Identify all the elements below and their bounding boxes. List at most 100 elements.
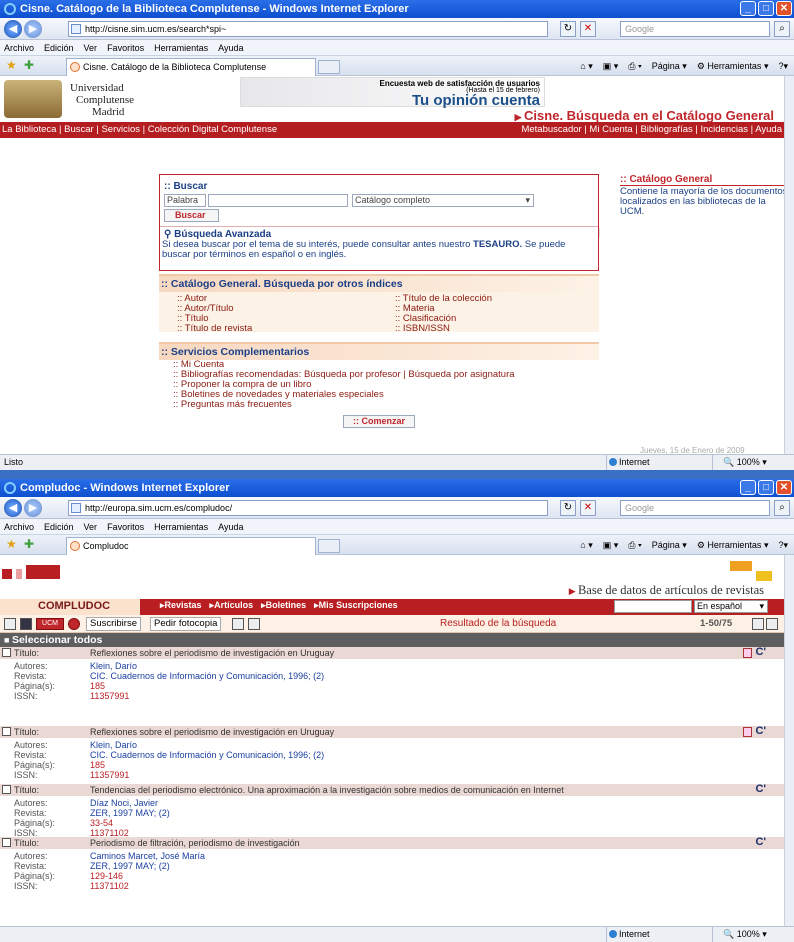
compludoc-titlebar[interactable]: Compludoc - Windows Internet Explorer _ … [0,479,794,497]
minimize-button[interactable]: _ [740,1,756,16]
home-icon[interactable]: ⌂ ▾ [580,56,592,76]
tools-menu[interactable]: ⚙ Herramientas ▾ [697,535,769,555]
subscribe-button[interactable]: Suscribirse [86,617,141,631]
menu-ayuda[interactable]: Ayuda [218,519,243,534]
record-checkbox[interactable] [2,648,11,657]
record-journal[interactable]: CIC. Cuadernos de Información y Comunica… [90,671,324,682]
close-button[interactable]: ✕ [776,480,792,495]
print-icon[interactable]: ⎙ ▾ [628,535,641,555]
search-go-button[interactable]: ⌕ [774,21,790,37]
close-button[interactable]: ✕ [776,1,792,16]
app-name[interactable]: COMPLUDOC [38,600,110,612]
favorites-star-icon[interactable]: ★ [6,58,17,72]
menu-edicion[interactable]: Edición [44,40,74,55]
search-term-input[interactable] [208,194,348,207]
compludoc-c-icon[interactable]: C' [755,725,766,737]
new-tab-button[interactable] [318,60,340,74]
print-icon[interactable]: ⎙ ▾ [628,56,641,76]
stop-button[interactable]: ✕ [580,500,596,516]
photocopy-button[interactable]: Pedir fotocopia [150,617,222,631]
fulltext-icon[interactable] [743,648,752,658]
feeds-icon[interactable]: ▣ ▾ [603,56,619,76]
nav-suscripciones[interactable]: ▸Mis Suscripciones [314,599,398,611]
fulltext-icon[interactable] [743,727,752,737]
print-icon[interactable] [232,618,244,630]
menu-favoritos[interactable]: Favoritos [107,40,144,55]
record-journal[interactable]: CIC. Cuadernos de Información y Comunica… [90,750,324,761]
next-page-icon[interactable] [766,618,778,630]
feeds-icon[interactable]: ▣ ▾ [603,535,619,555]
start-button[interactable]: :: Comenzar [343,415,415,428]
record-title[interactable]: Reflexiones sobre el periodismo de inves… [90,726,334,738]
add-favorite-icon[interactable]: ✚ [24,537,34,551]
record-title[interactable]: Tendencias del periodismo electrónico. U… [90,784,564,796]
refresh-button[interactable]: ↻ [560,500,576,516]
menu-ver[interactable]: Ver [84,40,98,55]
add-favorite-icon[interactable]: ✚ [24,58,34,72]
tab-cisne[interactable]: Cisne. Catálogo de la Biblioteca Complut… [66,58,316,76]
menu-favoritos[interactable]: Favoritos [107,519,144,534]
url-field[interactable]: http://cisne.sim.ucm.es/search*spi~ [68,21,548,37]
stop-button[interactable]: ✕ [580,21,596,37]
vertical-scrollbar[interactable] [784,555,794,926]
select-all-row[interactable]: Seleccionar todos [0,633,784,647]
maximize-button[interactable]: □ [758,480,774,495]
record-title[interactable]: Periodismo de filtración, periodismo de … [90,837,300,849]
nav-revistas[interactable]: ▸Revistas [160,599,202,611]
menu-herramientas[interactable]: Herramientas [154,519,208,534]
record-checkbox[interactable] [2,785,11,794]
help-icon[interactable]: ?▾ [778,535,788,555]
prev-page-icon[interactable] [752,618,764,630]
search-field-select[interactable]: Palabra ▾ [164,194,206,216]
menu-herramientas[interactable]: Herramientas [154,40,208,55]
page-menu[interactable]: Página ▾ [652,535,687,555]
menu-archivo[interactable]: Archivo [4,519,34,534]
nav-right-links[interactable]: Metabuscador | Mi Cuenta | Bibliografías… [521,122,782,138]
thesaurus-link[interactable]: TESAURO. [473,239,522,250]
help-icon[interactable] [248,618,260,630]
compludoc-c-icon[interactable]: C' [755,783,766,795]
language-select[interactable]: En español ▾ [694,600,768,613]
tab-compludoc[interactable]: Compludoc [66,537,316,555]
record-icon[interactable] [68,618,80,630]
ucm-holdings-button[interactable]: UCM [36,618,64,630]
search-input[interactable]: Google [620,500,770,516]
compludoc-c-icon[interactable]: C' [755,836,766,848]
nav-boletines[interactable]: ▸Boletines [261,599,306,611]
index-isbn-issn[interactable]: :: ISBN/ISSN [395,324,450,334]
service-faq[interactable]: :: Preguntas más frecuentes [173,400,599,410]
survey-banner[interactable]: Encuesta web de satisfacción de usuarios… [240,77,545,109]
menu-edicion[interactable]: Edición [44,519,74,534]
page-menu[interactable]: Página ▾ [652,56,687,76]
help-icon[interactable]: ?▾ [778,56,788,76]
zoom-level[interactable]: 🔍 100% ▾ [712,927,794,942]
forward-button[interactable]: ▶ [24,499,42,517]
favorites-star-icon[interactable]: ★ [6,537,17,551]
vertical-scrollbar[interactable] [784,76,794,454]
nav-left-links[interactable]: La Biblioteca | Buscar | Servicios | Col… [2,122,277,138]
search-go-button[interactable]: ⌕ [774,500,790,516]
forward-button[interactable]: ▶ [24,20,42,38]
back-button[interactable]: ◀ [4,20,22,38]
maximize-button[interactable]: □ [758,1,774,16]
nav-articulos[interactable]: ▸Artículos [210,599,254,611]
record-checkbox[interactable] [2,838,11,847]
compludoc-c-icon[interactable]: C' [755,646,766,658]
menu-archivo[interactable]: Archivo [4,40,34,55]
minimize-button[interactable]: _ [740,480,756,495]
open-folder-icon[interactable] [4,618,16,630]
menu-ayuda[interactable]: Ayuda [218,40,243,55]
url-field[interactable]: http://europa.sim.ucm.es/compludoc/ [68,500,548,516]
menu-ver[interactable]: Ver [84,519,98,534]
back-button[interactable]: ◀ [4,499,22,517]
search-input[interactable]: Google [620,21,770,37]
tools-menu[interactable]: ⚙ Herramientas ▾ [697,56,769,76]
search-scope-select[interactable]: Catálogo completo ▾ [352,194,534,207]
home-icon[interactable]: ⌂ ▾ [580,535,592,555]
new-tab-button[interactable] [318,539,340,553]
record-checkbox[interactable] [2,727,11,736]
record-title[interactable]: Reflexiones sobre el periodismo de inves… [90,647,334,659]
zoom-level[interactable]: 🔍 100% ▾ [712,455,794,470]
search-button[interactable]: Buscar [164,209,219,222]
save-icon[interactable] [20,618,32,630]
